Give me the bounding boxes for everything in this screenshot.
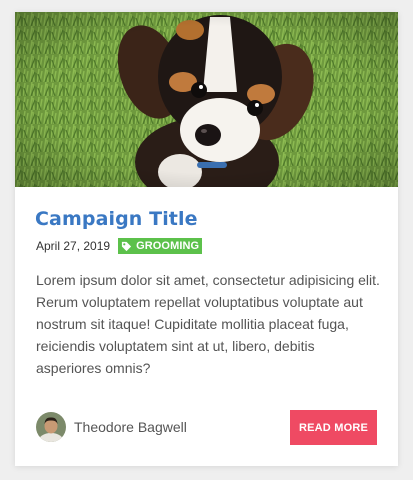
category-tag[interactable]: GROOMING: [118, 238, 203, 254]
avatar: [36, 412, 66, 442]
author[interactable]: Theodore Bagwell: [36, 412, 187, 442]
campaign-image[interactable]: [15, 12, 398, 187]
post-meta: April 27, 2019 GROOMING: [36, 238, 203, 254]
category-tag-label: GROOMING: [136, 240, 200, 252]
campaign-card: Campaign Title April 27, 2019 GROOMING L…: [15, 12, 398, 466]
post-date: April 27, 2019: [36, 239, 111, 253]
campaign-title[interactable]: Campaign Title: [35, 208, 198, 230]
author-name[interactable]: Theodore Bagwell: [74, 419, 187, 435]
read-more-button[interactable]: READ MORE: [290, 410, 377, 445]
tag-icon: [121, 241, 132, 251]
campaign-description: Lorem ipsum dolor sit amet, consectetur …: [36, 272, 380, 376]
